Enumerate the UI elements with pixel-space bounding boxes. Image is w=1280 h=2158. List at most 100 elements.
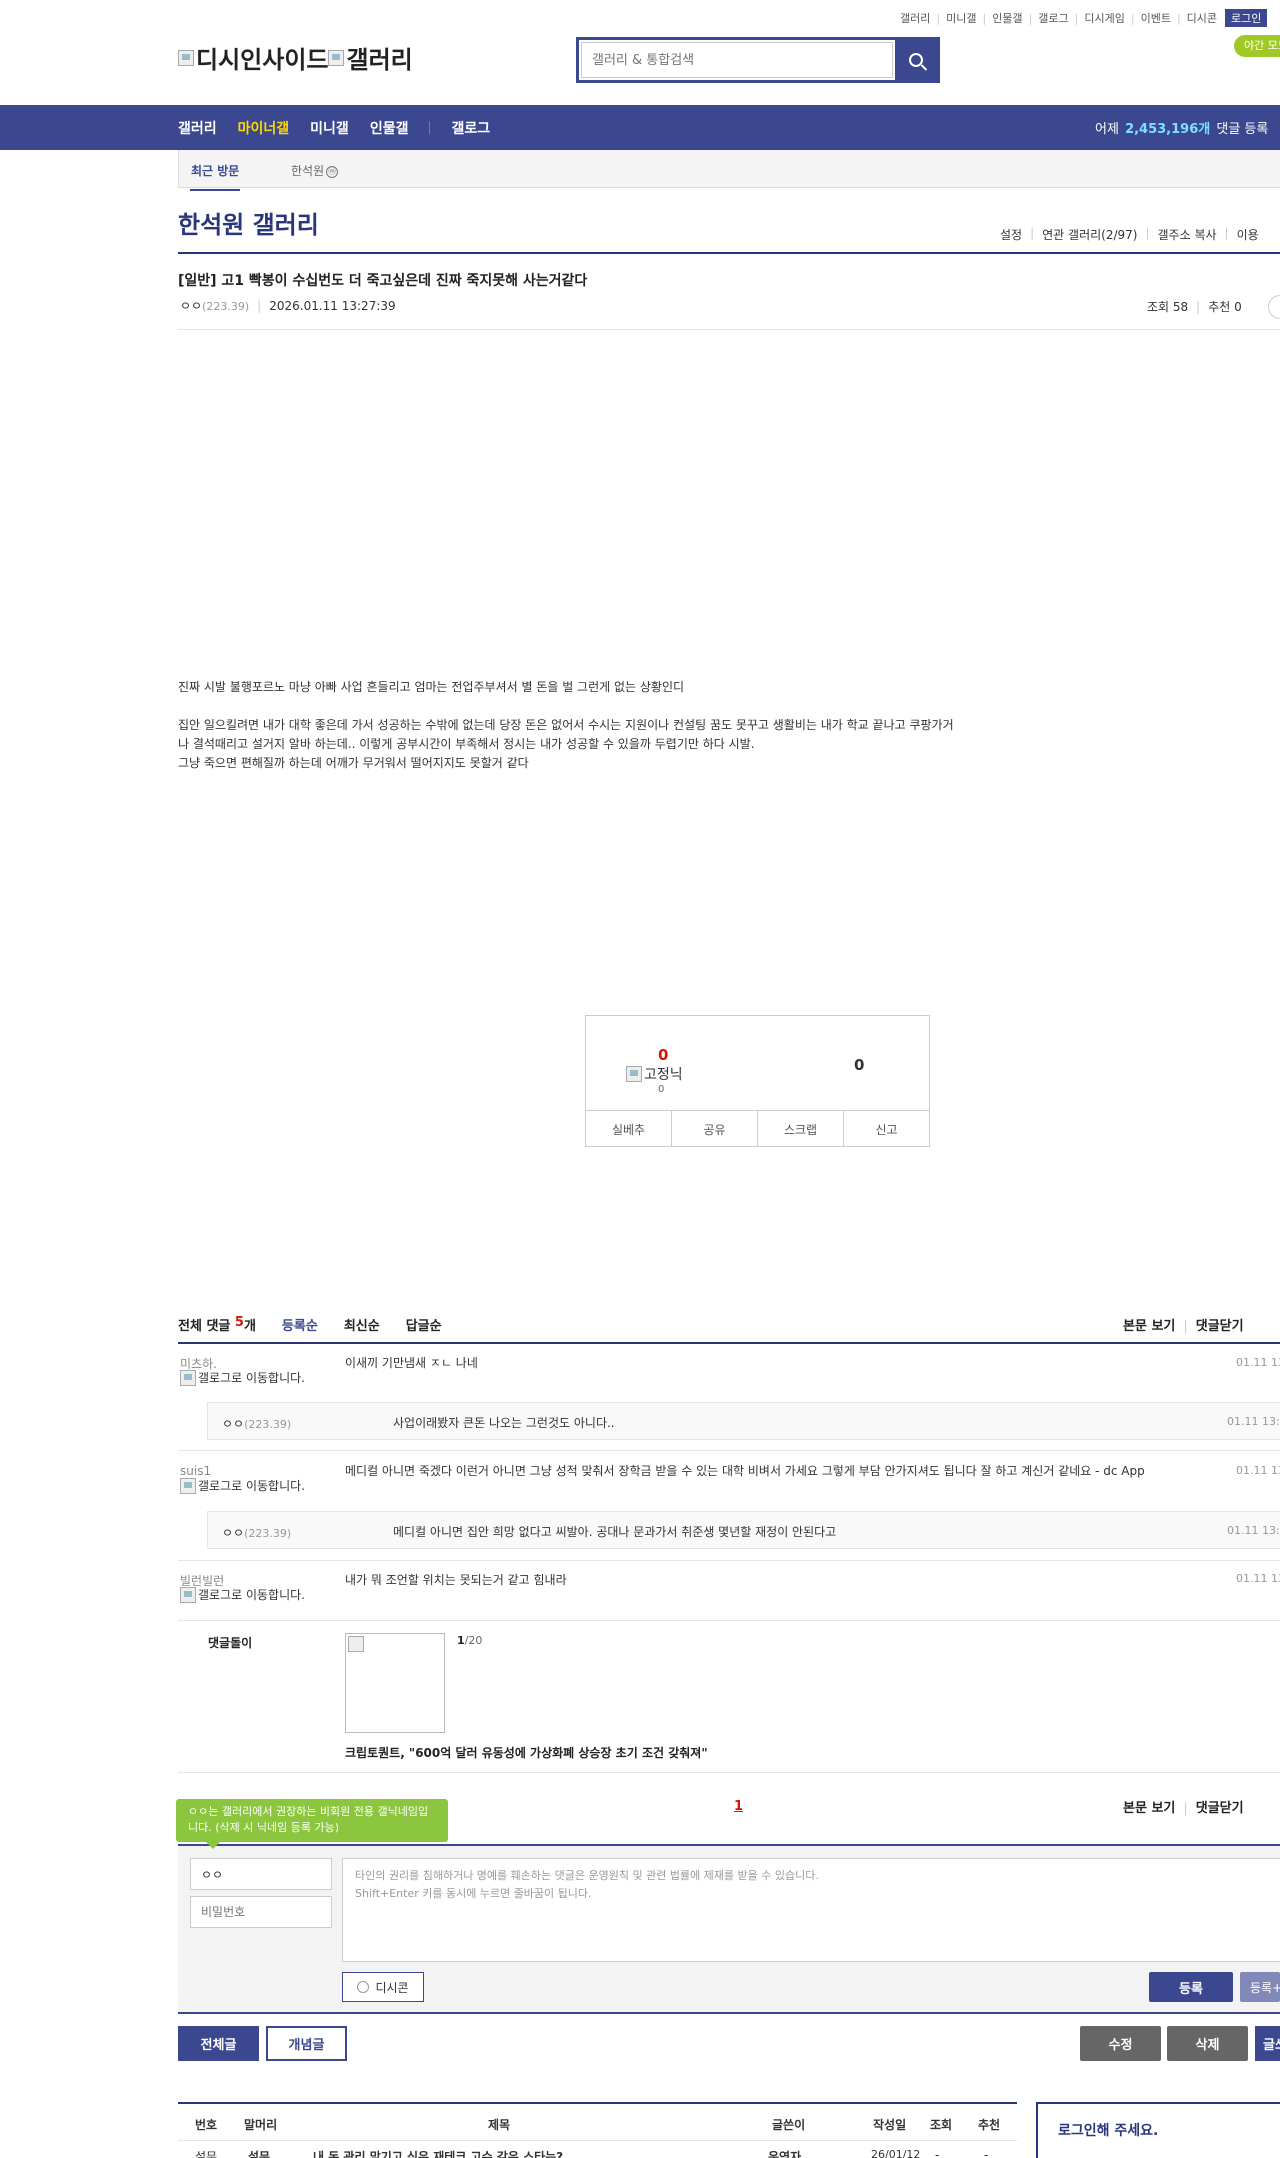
util-nav: 갤러리 | 미니갤 | 인물갤 | 갤로그 | 디시게임 | 이벤트 | 디시콘 로그인: [900, 9, 1268, 27]
search-box: [576, 37, 940, 83]
reply-author[interactable]: ㅇㅇ(223.39): [222, 1524, 291, 1541]
view-body-link[interactable]: 본문 보기: [1123, 1319, 1175, 1334]
row-divider: [178, 1560, 1280, 1561]
logo[interactable]: 디시인사이드 갤러리: [178, 40, 413, 75]
main-nav: 갤러리 마이너갤 미니갤 인물갤 갤로그 어제 2,453,196개 댓글 등록: [0, 105, 1280, 150]
comment-text: 메디컬 아니면 죽겠다 이런거 아니면 그냥 성적 맞춰서 장학금 받을 수 있…: [345, 1464, 1145, 1478]
util-mini[interactable]: 미니갤: [946, 10, 976, 26]
comment-header: 전체 댓글 5개 등록순 최신순 답글순: [178, 1315, 442, 1334]
comment-tools-bottom: 본문 보기 | 댓글닫기: [1123, 1801, 1244, 1816]
gallery-title[interactable]: 한석원 갤러리: [178, 205, 319, 240]
more-options-icon[interactable]: [1268, 295, 1280, 319]
comment-date: 01.11 13:35: [1236, 1464, 1280, 1477]
password-field[interactable]: [190, 1896, 332, 1928]
reply-text: 사업이래봤자 큰돈 나오는 그런것도 아니다..: [393, 1416, 615, 1430]
nav-mini[interactable]: 미니갤: [310, 118, 349, 138]
all-posts-button[interactable]: 전체글: [178, 2026, 259, 2061]
broken-image-icon: [180, 1370, 196, 1386]
night-mode-button[interactable]: 야간 모드: [1234, 35, 1280, 57]
edit-button[interactable]: 수정: [1080, 2026, 1161, 2061]
site-logo: 디시인사이드: [178, 40, 328, 75]
title-divider: [178, 252, 1280, 254]
comment-date: 01.11 13:30: [1236, 1356, 1280, 1369]
util-dccon[interactable]: 디시콘: [1187, 10, 1217, 26]
login-box: 로그인해 주세요.: [1036, 2102, 1280, 2158]
submit-recommend-button[interactable]: 등록+추천: [1240, 1972, 1280, 2002]
report-button[interactable]: 신고: [844, 1111, 929, 1147]
broken-image-icon: [348, 1636, 364, 1652]
util-gallery[interactable]: 갤러리: [900, 10, 930, 26]
post-ip: (223.39): [202, 300, 250, 313]
post-stats: 조회 58 | 추천 0: [1147, 300, 1242, 314]
nav-gallog[interactable]: 갤로그: [451, 118, 490, 138]
fixed-nick-count: 0: [658, 1084, 665, 1095]
recent-item[interactable]: 한석원 ⓜ: [291, 162, 339, 179]
search-button[interactable]: [895, 40, 937, 80]
ad-pager: 1/20: [457, 1634, 483, 1647]
comment-textarea[interactable]: 타인의 권리를 침해하거나 명예를 훼손하는 댓글은 운영원칙 및 관련 법률에…: [342, 1858, 1280, 1962]
write-post-button[interactable]: 글쓰기: [1255, 2026, 1280, 2061]
sort-latest[interactable]: 최신순: [344, 1315, 380, 1334]
util-person[interactable]: 인물갤: [992, 10, 1022, 26]
recent-label: 최근 방문: [189, 164, 241, 191]
scrap-button[interactable]: 스크랩: [758, 1111, 844, 1147]
util-gallog[interactable]: 갤로그: [1038, 10, 1068, 26]
sort-reply[interactable]: 답글순: [406, 1315, 442, 1334]
reply-author[interactable]: ㅇㅇ(223.39): [222, 1415, 291, 1432]
broken-image-icon: [180, 1587, 196, 1603]
comment-text: 이새끼 기만냄새 ㅈㄴ 나네: [345, 1356, 478, 1370]
post-date: 2026.01.11 13:27:39: [269, 299, 396, 313]
sort-registered[interactable]: 등록순: [282, 1315, 318, 1334]
list-row[interactable]: 설문 설문 내 돈 관리 맡기고 싶은 재테크 고수 같은 스타는? 운영자 2…: [178, 2140, 1017, 2158]
post-meta: ㅇㅇ(223.39) | 2026.01.11 13:27:39: [180, 299, 396, 313]
post-author[interactable]: ㅇㅇ: [180, 299, 202, 313]
bot-name: 댓글돌이: [208, 1636, 253, 1650]
search-input[interactable]: [581, 42, 893, 78]
dccon-icon: [357, 1981, 370, 1993]
downvote-count[interactable]: 0: [854, 1056, 864, 1074]
comment-date: 01.11 13:41: [1236, 1572, 1280, 1585]
search-icon: [909, 53, 923, 67]
close-comments-link[interactable]: 댓글닫기: [1196, 1319, 1244, 1334]
broken-image-icon: [180, 1478, 196, 1494]
ad-title[interactable]: 크립토퀀트, "600억 달러 유동성에 가상화폐 상승장 초기 조건 갖춰져": [345, 1744, 708, 1761]
reply-date: 01.11 13:37: [1227, 1524, 1280, 1537]
comment-author[interactable]: suis1: [180, 1464, 211, 1478]
related-gallery-link[interactable]: 연관 갤러리(2/97): [1042, 226, 1137, 243]
reply-item: ㅇㅇ(223.39) 메디컬 아니면 집안 희망 없다고 씨발아. 공대나 문과…: [207, 1511, 1280, 1549]
row-divider: [178, 1772, 1280, 1773]
gallog-link[interactable]: 갤로그로 이동합니다.: [180, 1587, 315, 1603]
gallog-link[interactable]: 갤로그로 이동합니다.: [180, 1478, 315, 1494]
dccon-button[interactable]: 디시콘: [342, 1972, 424, 2002]
settings-link[interactable]: 설정: [1000, 226, 1022, 243]
close-comments-link[interactable]: 댓글닫기: [1196, 1801, 1244, 1816]
recommend-count: 추천 0: [1208, 300, 1242, 314]
copy-address-link[interactable]: 갤주소 복사: [1158, 226, 1217, 243]
login-button[interactable]: 로그인: [1225, 9, 1268, 27]
view-count: 조회 58: [1147, 300, 1189, 314]
post-title: [일반] 고1 빡봉이 수십번도 더 죽고싶은데 진짜 죽지못해 사는거같다: [178, 273, 588, 289]
ad-image[interactable]: [345, 1633, 445, 1733]
comment-count: 5: [234, 1315, 244, 1330]
usage-link[interactable]: 이용: [1237, 226, 1259, 243]
login-box-title[interactable]: 로그인해 주세요.: [1058, 2120, 1158, 2140]
nav-person[interactable]: 인물갤: [370, 118, 409, 138]
post-header-divider: [178, 329, 1280, 330]
nickname-field[interactable]: ㅇㅇ: [190, 1858, 332, 1890]
nav-gallery[interactable]: 갤러리: [178, 118, 217, 138]
concept-posts-button[interactable]: 개념글: [266, 2026, 347, 2061]
upvote-count[interactable]: 0: [658, 1046, 668, 1064]
nav-minor[interactable]: 마이너갤: [238, 118, 290, 138]
gallog-link[interactable]: 갤로그로 이동합니다.: [180, 1370, 315, 1386]
view-body-link[interactable]: 본문 보기: [1123, 1801, 1175, 1816]
util-game[interactable]: 디시게임: [1084, 10, 1124, 26]
delete-button[interactable]: 삭제: [1167, 2026, 1248, 2061]
comment-page-1[interactable]: 1: [734, 1799, 743, 1814]
recent-visit-bar: 최근 방문 한석원 ⓜ: [178, 150, 1280, 191]
best-recommend-button[interactable]: 실베추: [586, 1111, 672, 1147]
share-button[interactable]: 공유: [672, 1111, 758, 1147]
list-header: 번호 말머리 제목 글쓴이 작성일 조회 추천: [195, 2118, 1001, 2132]
util-event[interactable]: 이벤트: [1141, 10, 1171, 26]
broken-image-icon: [626, 1066, 642, 1082]
submit-button[interactable]: 등록: [1149, 1972, 1233, 2002]
